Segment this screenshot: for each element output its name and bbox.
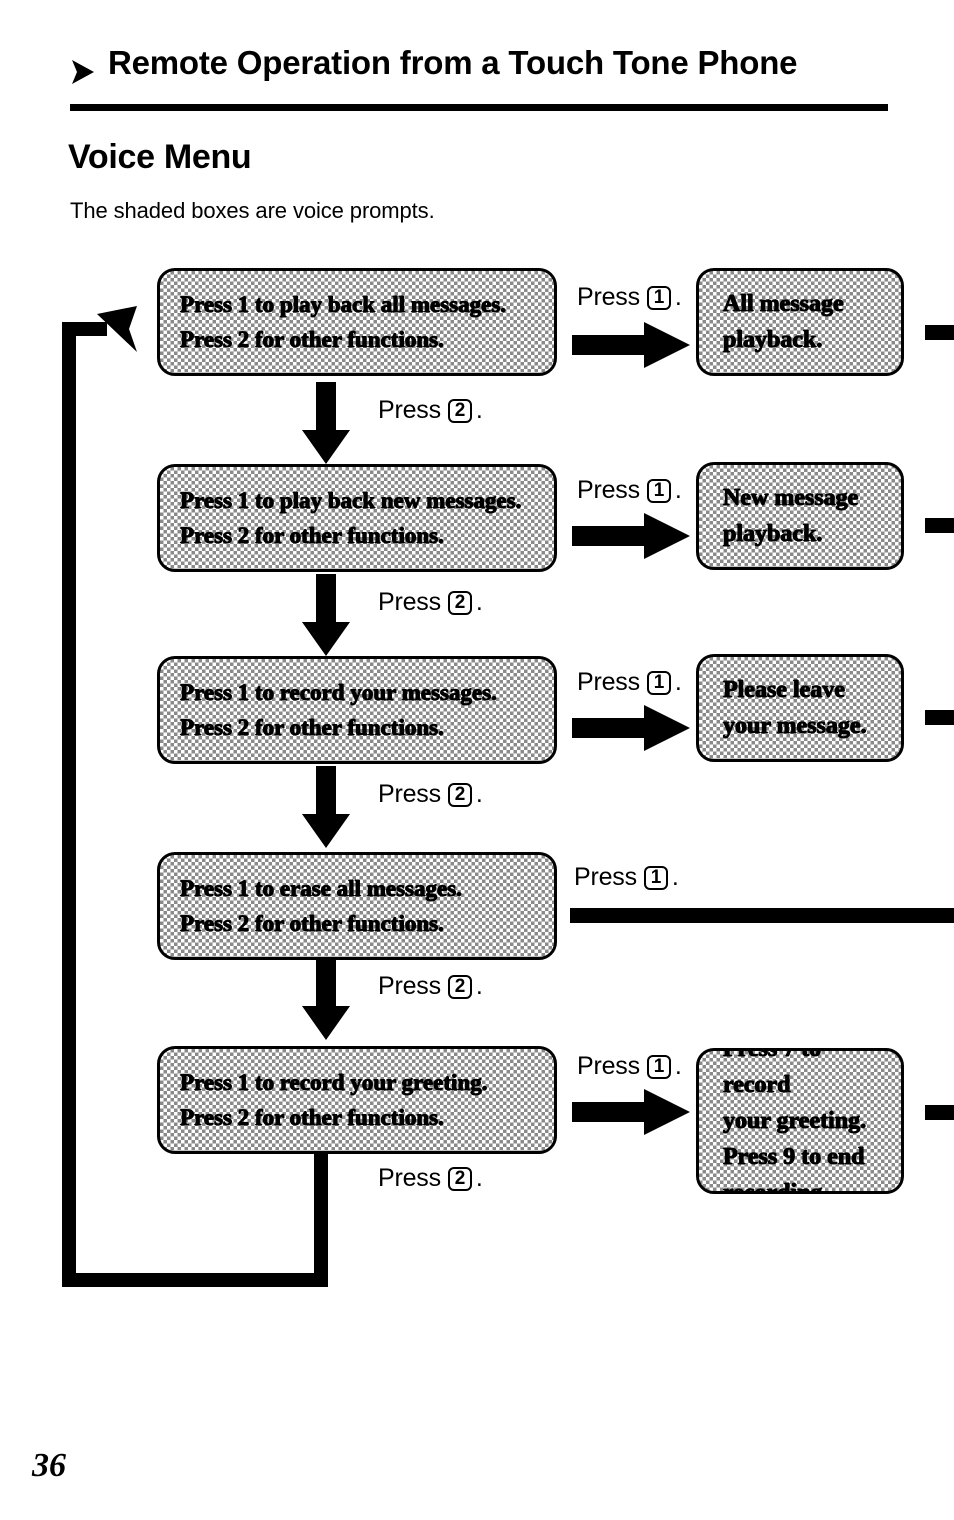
prompt-box-row-3-text: Press 1 to record your messages. Press 2… [180, 675, 544, 745]
result-stub-row-1 [925, 325, 954, 340]
prompt-line-2: Press 2 for other functions. [180, 715, 444, 740]
press-period: . [475, 588, 483, 616]
arrow-down-row-2-to-3-icon [302, 574, 350, 656]
press-2-label-row-1: Press 2 . [378, 396, 483, 425]
result-line-1: New message [723, 485, 859, 511]
prompt-line-1: Press 1 to erase all messages. [180, 876, 462, 901]
result-line-2: your message. [723, 713, 867, 739]
press-2-label-row-3: Press 2 . [378, 780, 483, 809]
prompt-box-row-4: Press 1 to erase all messages. Press 2 f… [157, 852, 557, 960]
prompt-box-row-2-text: Press 1 to play back new messages. Press… [180, 483, 544, 553]
press-1-label-row-3: Press 1 . [577, 668, 682, 697]
result-line-2: your greeting. [723, 1108, 867, 1134]
keycap-2-icon: 2 [447, 398, 472, 423]
result-line-3: Press 9 to end [723, 1144, 865, 1170]
press-word: Press [378, 1164, 441, 1192]
loopback-vertical-up [62, 328, 76, 1280]
press-2-label-row-2: Press 2 . [378, 588, 483, 617]
press-period: . [671, 863, 679, 891]
prompt-line-1: Press 1 to play back new messages. [180, 488, 522, 513]
prompt-box-row-1-text: Press 1 to play back all messages. Press… [180, 287, 544, 357]
prompt-line-1: Press 1 to play back all messages. [180, 292, 507, 317]
press-2-label-row-5: Press 2 . [378, 1164, 483, 1193]
press-word: Press [378, 780, 441, 808]
result-stub-row-5 [925, 1105, 954, 1120]
result-box-row-5-text: Press 7 to record your greeting. Press 9… [723, 1048, 891, 1194]
connector-row-4-offpage [570, 908, 954, 923]
keycap-1-icon: 1 [646, 670, 671, 695]
press-period: . [674, 283, 682, 311]
result-box-row-3-text: Please leave your message. [723, 672, 891, 744]
press-word: Press [378, 396, 441, 424]
arrow-right-row-5-icon [572, 1089, 690, 1135]
result-stub-row-2 [925, 518, 954, 533]
press-period: . [674, 476, 682, 504]
prompt-line-2: Press 2 for other functions. [180, 911, 444, 936]
press-period: . [674, 668, 682, 696]
arrow-down-row-4-to-5-icon [302, 958, 350, 1040]
prompt-box-row-4-text: Press 1 to erase all messages. Press 2 f… [180, 871, 544, 941]
keycap-2-icon: 2 [447, 782, 472, 807]
prompt-line-2: Press 2 for other functions. [180, 1105, 444, 1130]
arrow-right-row-3-icon [572, 705, 690, 751]
press-1-label-row-4: Press 1 . [574, 863, 679, 892]
keycap-1-icon: 1 [643, 865, 668, 890]
loopback-horizontal-bottom [62, 1273, 328, 1287]
prompt-line-2: Press 2 for other functions. [180, 327, 444, 352]
press-word: Press [574, 863, 637, 891]
keycap-1-icon: 1 [646, 285, 671, 310]
result-box-row-2: New message playback. [696, 462, 904, 570]
prompt-box-row-1: Press 1 to play back all messages. Press… [157, 268, 557, 376]
loopback-arrowhead-icon [97, 306, 137, 352]
result-stub-row-3 [925, 710, 954, 725]
arrow-down-row-3-to-4-icon [302, 766, 350, 848]
press-word: Press [577, 1052, 640, 1080]
press-period: . [475, 780, 483, 808]
press-1-label-row-2: Press 1 . [577, 476, 682, 505]
arrow-right-row-2-icon [572, 513, 690, 559]
loopback-vertical-down [314, 1135, 328, 1287]
prompt-line-2: Press 2 for other functions. [180, 523, 444, 548]
keycap-2-icon: 2 [447, 974, 472, 999]
result-line-2: playback. [723, 327, 823, 353]
keycap-1-icon: 1 [646, 1054, 671, 1079]
prompt-box-row-5-text: Press 1 to record your greeting. Press 2… [180, 1065, 544, 1135]
press-period: . [475, 396, 483, 424]
keycap-2-icon: 2 [447, 590, 472, 615]
arrow-right-row-1-icon [572, 322, 690, 368]
prompt-box-row-5: Press 1 to record your greeting. Press 2… [157, 1046, 557, 1154]
prompt-line-1: Press 1 to record your messages. [180, 680, 497, 705]
result-line-1: Please leave [723, 677, 845, 703]
result-box-row-1-text: All message playback. [723, 286, 891, 358]
result-line-2: playback. [723, 521, 823, 547]
press-word: Press [378, 972, 441, 1000]
result-line-4: recording. [723, 1180, 829, 1194]
result-box-row-3: Please leave your message. [696, 654, 904, 762]
press-1-label-row-1: Press 1 . [577, 283, 682, 312]
keycap-1-icon: 1 [646, 478, 671, 503]
result-line-1: All message [723, 291, 844, 317]
result-box-row-2-text: New message playback. [723, 480, 891, 552]
press-period: . [475, 972, 483, 1000]
press-word: Press [577, 283, 640, 311]
press-word: Press [577, 668, 640, 696]
voice-menu-flowchart: Press 1 to play back all messages. Press… [0, 0, 954, 1520]
press-2-label-row-4: Press 2 . [378, 972, 483, 1001]
press-1-label-row-5: Press 1 . [577, 1052, 682, 1081]
press-period: . [475, 1164, 483, 1192]
arrow-down-row-1-to-2-icon [302, 382, 350, 464]
press-period: . [674, 1052, 682, 1080]
prompt-box-row-2: Press 1 to play back new messages. Press… [157, 464, 557, 572]
page-number: 36 [32, 1447, 66, 1484]
result-line-1: Press 7 to record [723, 1048, 822, 1098]
prompt-box-row-3: Press 1 to record your messages. Press 2… [157, 656, 557, 764]
result-box-row-5: Press 7 to record your greeting. Press 9… [696, 1048, 904, 1194]
keycap-2-icon: 2 [447, 1166, 472, 1191]
prompt-line-1: Press 1 to record your greeting. [180, 1070, 488, 1095]
press-word: Press [577, 476, 640, 504]
press-word: Press [378, 588, 441, 616]
result-box-row-1: All message playback. [696, 268, 904, 376]
